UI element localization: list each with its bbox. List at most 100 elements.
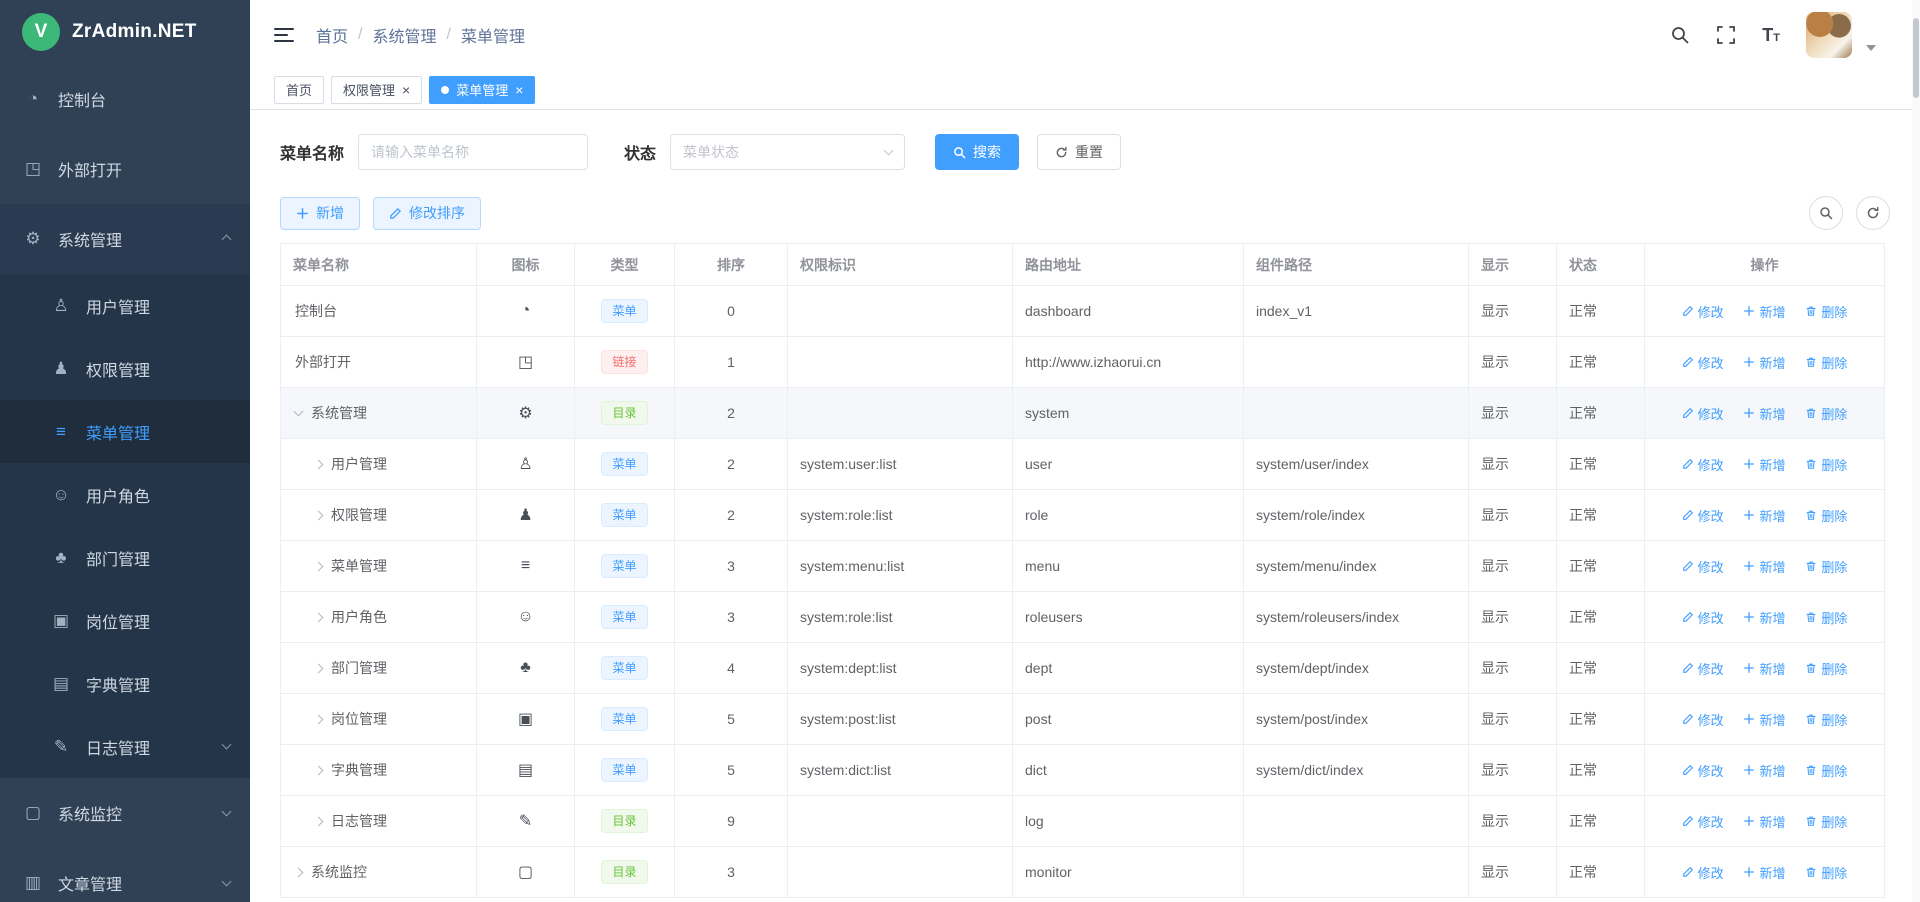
delete-button[interactable]: 删除 xyxy=(1805,863,1847,882)
caret-down-icon[interactable] xyxy=(1866,45,1876,51)
tab-roles[interactable]: 权限管理 × xyxy=(331,76,422,104)
tab-label: 权限管理 xyxy=(343,80,395,99)
avatar[interactable] xyxy=(1806,12,1852,58)
scrollbar-thumb[interactable] xyxy=(1913,18,1919,98)
sidebar-item-user-roles[interactable]: ☺ 用户角色 xyxy=(0,463,250,526)
sidebar-item-dashboard[interactable]: ◔ 控制台 xyxy=(0,64,250,134)
sidebar-item-label: 菜单管理 xyxy=(86,420,150,444)
delete-button[interactable]: 删除 xyxy=(1805,710,1847,729)
add-button[interactable]: 新增 xyxy=(1743,710,1785,729)
edit-button-label: 修改 xyxy=(1698,761,1724,780)
add-button[interactable]: 新增 xyxy=(1743,353,1785,372)
edit-button[interactable]: 修改 xyxy=(1682,404,1724,423)
delete-button[interactable]: 删除 xyxy=(1805,812,1847,831)
edit-button[interactable]: 修改 xyxy=(1682,506,1724,525)
delete-button[interactable]: 删除 xyxy=(1805,404,1847,423)
order-value: 5 xyxy=(727,711,735,727)
add-button[interactable]: 新增 xyxy=(1743,557,1785,576)
reset-button[interactable]: 重置 xyxy=(1037,134,1121,170)
plus-icon xyxy=(296,207,309,220)
sidebar-item-departments[interactable]: ♣ 部门管理 xyxy=(0,526,250,589)
add-button[interactable]: 新增 xyxy=(1743,761,1785,780)
add-button[interactable]: 新增 xyxy=(1743,812,1785,831)
edit-button[interactable]: 修改 xyxy=(1682,302,1724,321)
sidebar: V ZrAdmin.NET ◔ 控制台 ◳ 外部打开 ⚙ 系统管理 ♙ 用户管理… xyxy=(0,0,250,902)
sidebar-item-system[interactable]: ⚙ 系统管理 xyxy=(0,204,250,274)
delete-button[interactable]: 删除 xyxy=(1805,761,1847,780)
status-select[interactable]: 菜单状态 xyxy=(670,134,905,170)
edit-button[interactable]: 修改 xyxy=(1682,812,1724,831)
sidebar-item-articles[interactable]: ▥ 文章管理 xyxy=(0,848,250,902)
expand-arrow-icon[interactable] xyxy=(314,459,324,469)
delete-button[interactable]: 删除 xyxy=(1805,608,1847,627)
sidebar-item-roles[interactable]: ♟ 权限管理 xyxy=(0,337,250,400)
delete-button[interactable]: 删除 xyxy=(1805,506,1847,525)
fullscreen-icon[interactable] xyxy=(1716,25,1736,45)
sidebar-item-posts[interactable]: ▣ 岗位管理 xyxy=(0,589,250,652)
edit-button[interactable]: 修改 xyxy=(1682,659,1724,678)
status-value: 正常 xyxy=(1569,405,1597,421)
delete-button[interactable]: 删除 xyxy=(1805,659,1847,678)
sidebar-item-menus[interactable]: ≡ 菜单管理 xyxy=(0,400,250,463)
col-visible: 显示 xyxy=(1469,244,1557,286)
close-icon[interactable]: × xyxy=(515,83,523,97)
show-search-toggle-button[interactable] xyxy=(1809,196,1843,230)
expand-arrow-icon[interactable] xyxy=(294,867,304,877)
edit-button[interactable]: 修改 xyxy=(1682,608,1724,627)
add-button[interactable]: 新增 xyxy=(1743,455,1785,474)
sidebar-item-monitor[interactable]: ▢ 系统监控 xyxy=(0,778,250,848)
expand-arrow-icon[interactable] xyxy=(314,765,324,775)
sidebar-item-logs[interactable]: ✎ 日志管理 xyxy=(0,715,250,778)
delete-button-label: 删除 xyxy=(1821,863,1847,882)
add-button[interactable]: 新增 xyxy=(1743,659,1785,678)
close-icon[interactable]: × xyxy=(402,83,410,97)
edit-button[interactable]: 修改 xyxy=(1682,455,1724,474)
add-button[interactable]: 新增 xyxy=(1743,404,1785,423)
table-row: 用户角色 ☺ 菜单 3 system:role:list roleusers s… xyxy=(281,592,1885,643)
edit-button[interactable]: 修改 xyxy=(1682,353,1724,372)
refresh-table-button[interactable] xyxy=(1856,196,1890,230)
add-button-label: 新增 xyxy=(1759,302,1785,321)
expand-arrow-icon[interactable] xyxy=(314,663,324,673)
add-button[interactable]: 新增 xyxy=(1743,608,1785,627)
type-tag: 目录 xyxy=(601,809,647,833)
delete-button[interactable]: 删除 xyxy=(1805,557,1847,576)
expand-arrow-icon[interactable] xyxy=(314,714,324,724)
add-button[interactable]: 新增 xyxy=(280,197,360,230)
add-button-label: 新增 xyxy=(1759,710,1785,729)
sidebar-item-dictionary[interactable]: ▤ 字典管理 xyxy=(0,652,250,715)
table-row: 部门管理 ♣ 菜单 4 system:dept:list dept system… xyxy=(281,643,1885,694)
add-button[interactable]: 新增 xyxy=(1743,302,1785,321)
delete-button[interactable]: 删除 xyxy=(1805,353,1847,372)
expand-arrow-icon[interactable] xyxy=(314,510,324,520)
edit-button-label: 修改 xyxy=(1698,863,1724,882)
font-size-icon[interactable]: TT xyxy=(1762,26,1780,44)
add-button-label: 新增 xyxy=(1759,863,1785,882)
add-button[interactable]: 新增 xyxy=(1743,863,1785,882)
tab-home[interactable]: 首页 xyxy=(274,76,324,104)
sidebar-item-users[interactable]: ♙ 用户管理 xyxy=(0,274,250,337)
breadcrumb-system[interactable]: 系统管理 xyxy=(372,23,436,47)
delete-button-label: 删除 xyxy=(1821,710,1847,729)
edit-sort-button[interactable]: 修改排序 xyxy=(373,197,481,230)
sidebar-toggle-icon[interactable] xyxy=(274,28,294,42)
edit-button[interactable]: 修改 xyxy=(1682,710,1724,729)
breadcrumb-home[interactable]: 首页 xyxy=(316,23,348,47)
edit-button[interactable]: 修改 xyxy=(1682,557,1724,576)
expand-arrow-icon[interactable] xyxy=(294,407,304,417)
dashboard-icon: ◔ xyxy=(22,89,44,109)
edit-button[interactable]: 修改 xyxy=(1682,863,1724,882)
expand-arrow-icon[interactable] xyxy=(314,561,324,571)
tab-menus[interactable]: 菜单管理 × xyxy=(429,76,535,104)
search-button[interactable]: 搜索 xyxy=(935,134,1019,170)
sidebar-item-external[interactable]: ◳ 外部打开 xyxy=(0,134,250,204)
search-icon[interactable] xyxy=(1670,25,1690,45)
delete-button[interactable]: 删除 xyxy=(1805,455,1847,474)
menu-name-input[interactable] xyxy=(358,134,588,170)
edit-button[interactable]: 修改 xyxy=(1682,761,1724,780)
expand-arrow-icon[interactable] xyxy=(314,612,324,622)
sidebar-item-label: 岗位管理 xyxy=(86,609,150,633)
delete-button[interactable]: 删除 xyxy=(1805,302,1847,321)
expand-arrow-icon[interactable] xyxy=(314,816,324,826)
add-button[interactable]: 新增 xyxy=(1743,506,1785,525)
